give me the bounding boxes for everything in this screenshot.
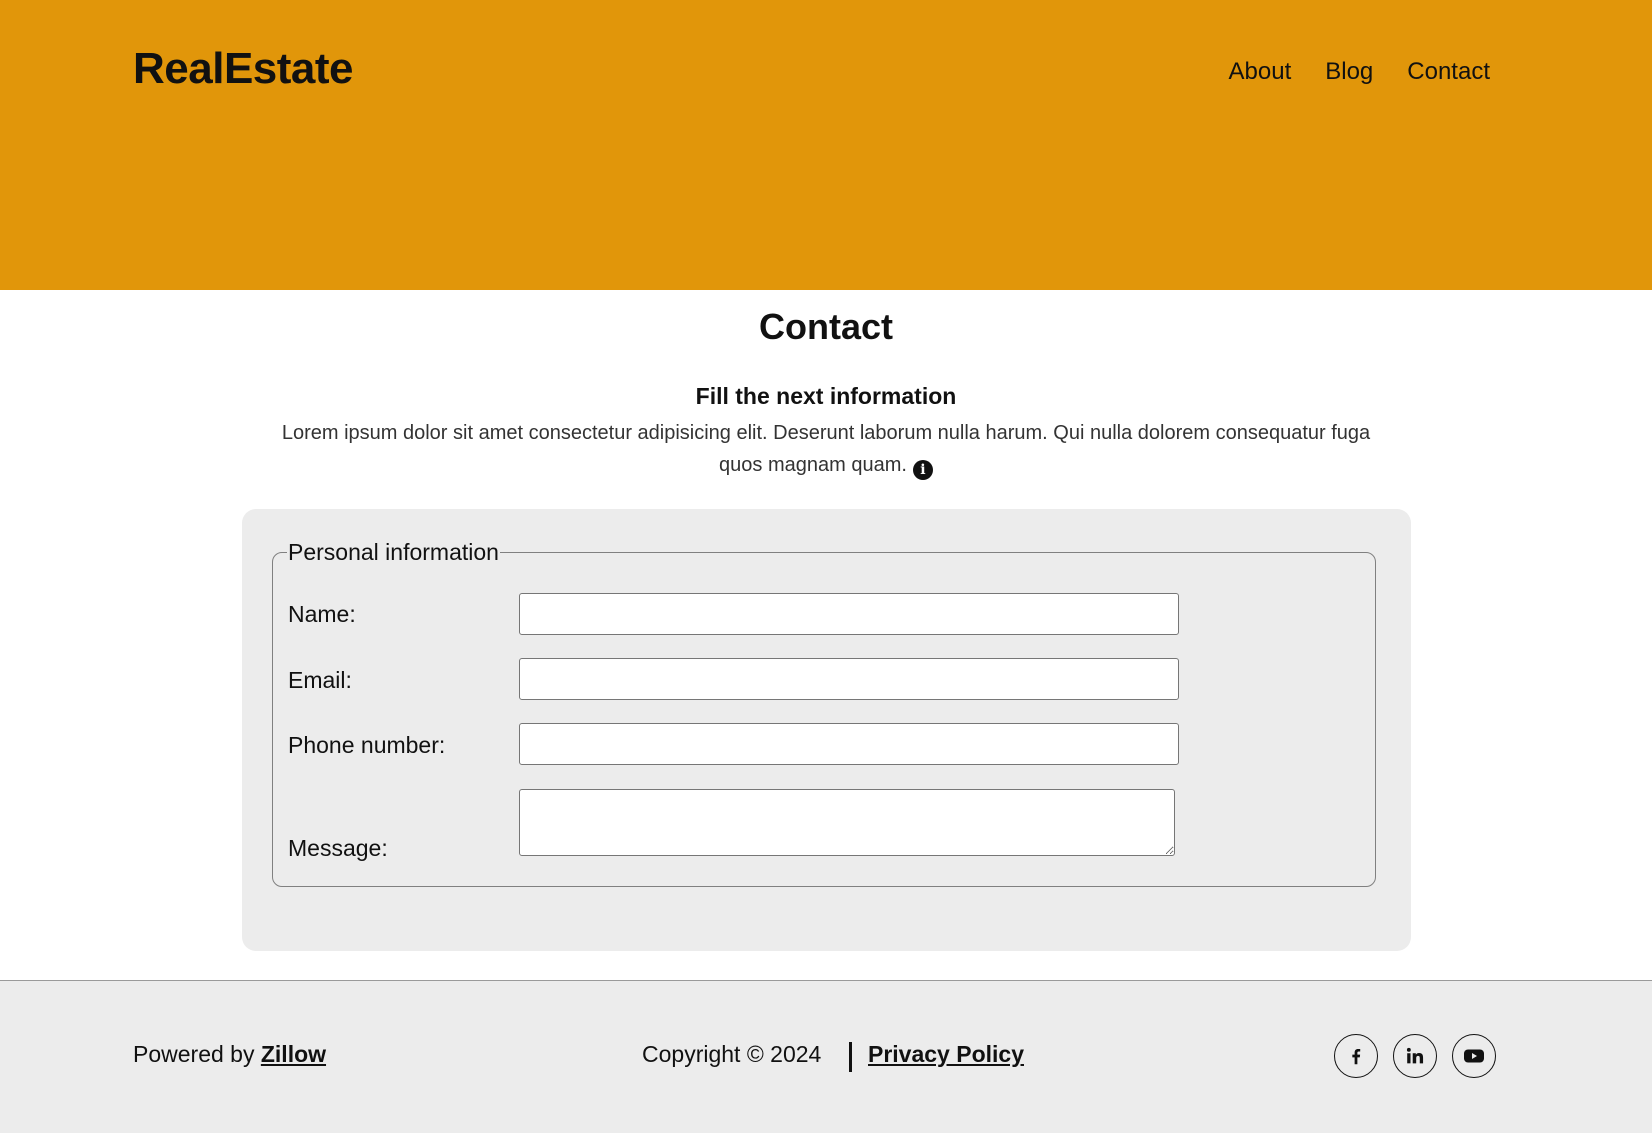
footer-divider — [849, 1042, 852, 1072]
social-links — [1334, 1034, 1496, 1078]
email-label: Email: — [288, 667, 352, 693]
powered-by: Powered by Zillow — [133, 1041, 326, 1068]
facebook-icon[interactable] — [1334, 1034, 1378, 1078]
powered-by-text: Powered by — [133, 1041, 261, 1067]
message-label: Message: — [288, 835, 388, 861]
form-description: Lorem ipsum dolor sit amet consectetur a… — [276, 417, 1376, 481]
site-logo[interactable]: RealEstate — [133, 44, 354, 94]
main-nav: About Blog Contact — [1229, 58, 1490, 86]
description-text: Lorem ipsum dolor sit amet consectetur a… — [281, 422, 1371, 476]
site-header: RealEstate About Blog Contact — [0, 0, 1652, 290]
linkedin-icon[interactable] — [1393, 1034, 1437, 1078]
form-subheading: Fill the next information — [695, 383, 957, 409]
site-footer: Powered by Zillow Copyright © 2024 Priva… — [0, 980, 1652, 1133]
phone-label: Phone number: — [288, 732, 446, 758]
message-textarea[interactable] — [519, 789, 1175, 856]
name-input[interactable] — [519, 593, 1179, 635]
phone-input[interactable] — [519, 723, 1179, 765]
page: RealEstate About Blog Contact Contact Fi… — [0, 0, 1652, 1133]
page-title: Contact — [759, 306, 893, 347]
email-input[interactable] — [519, 658, 1179, 700]
zillow-link[interactable]: Zillow — [261, 1041, 326, 1067]
name-label: Name: — [288, 601, 356, 627]
info-icon[interactable]: i — [912, 460, 933, 480]
nav-link-about[interactable]: About — [1229, 58, 1292, 86]
privacy-policy-link[interactable]: Privacy Policy — [868, 1041, 1024, 1068]
contact-form-panel: Personal information Name: Email: Phone … — [242, 509, 1411, 951]
fieldset-legend: Personal information — [288, 539, 499, 565]
nav-link-contact[interactable]: Contact — [1407, 58, 1490, 86]
nav-link-blog[interactable]: Blog — [1325, 58, 1373, 86]
personal-information-fieldset: Personal information Name: Email: Phone … — [272, 539, 1376, 887]
copyright-text: Copyright © 2024 — [642, 1041, 822, 1067]
youtube-icon[interactable] — [1452, 1034, 1496, 1078]
